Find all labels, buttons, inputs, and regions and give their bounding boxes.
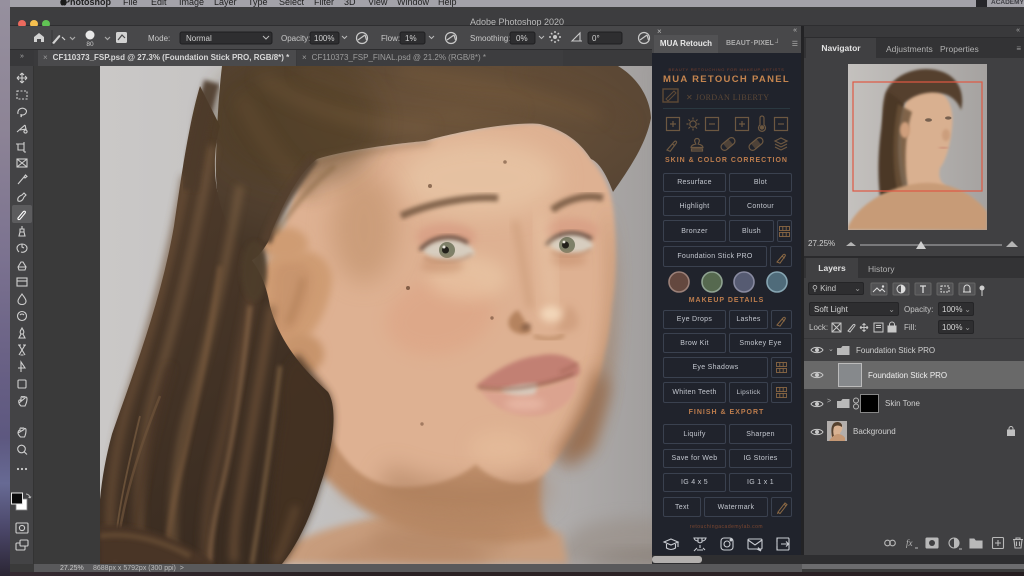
svg-text:Smoothing:: Smoothing: (470, 34, 510, 43)
svg-text:Flow:: Flow: (381, 34, 400, 43)
svg-text:0°: 0° (592, 34, 600, 43)
svg-text:80: 80 (86, 41, 94, 48)
svg-text:100%: 100% (314, 34, 334, 43)
svg-text:1%: 1% (405, 34, 417, 43)
svg-text:✕ JORDAN LIBERTY: ✕ JORDAN LIBERTY (686, 93, 770, 102)
svg-text:Opacity:: Opacity: (281, 34, 310, 43)
svg-text:0%: 0% (516, 34, 528, 43)
svg-text:Normal: Normal (186, 34, 212, 43)
svg-text:Mode:: Mode: (148, 34, 170, 43)
svg-text:fx: fx (906, 538, 913, 548)
